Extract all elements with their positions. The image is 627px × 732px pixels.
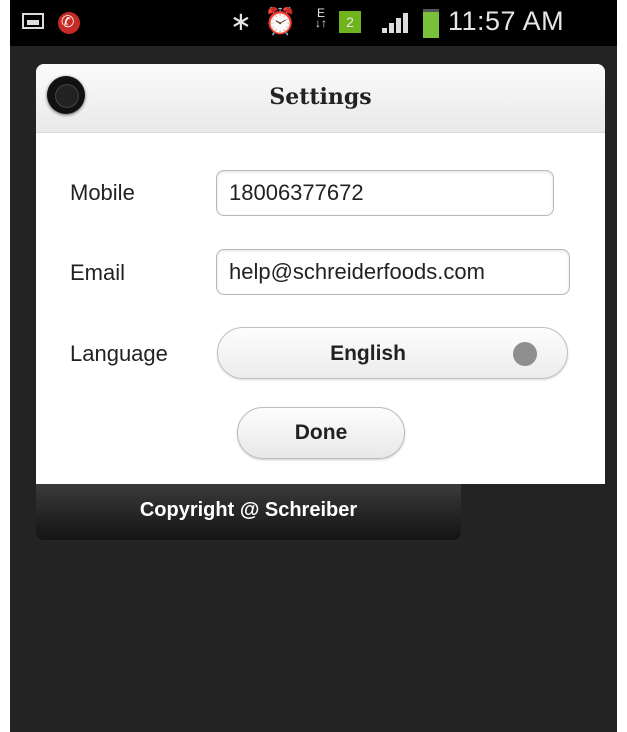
data-transfer-icon: E ↓↑ xyxy=(315,6,327,30)
copyright-footer: Copyright @ Schreiber xyxy=(36,484,461,540)
sim-icon: 2 xyxy=(339,11,361,33)
dialog-header: Settings xyxy=(36,64,605,133)
settings-dialog: Settings Mobile 18006377672 Email help@s… xyxy=(36,64,605,484)
bluetooth-icon: ∗ xyxy=(230,6,252,36)
language-label: Language xyxy=(70,341,168,366)
phone-screen: ∗ ⏰ E↓↑ 2 11:57 AM Settings Mobile 18006… xyxy=(10,0,617,732)
data-type-label: E xyxy=(316,6,325,20)
email-field[interactable]: help@schreiderfoods.com xyxy=(216,249,570,295)
language-toggle[interactable]: English xyxy=(217,327,568,379)
status-bar: ∗ ⏰ E↓↑ 2 11:57 AM xyxy=(10,0,617,46)
language-value: English xyxy=(330,342,406,365)
missed-call-icon xyxy=(58,12,80,34)
email-label: Email xyxy=(70,260,126,285)
mobile-label: Mobile xyxy=(70,180,135,205)
done-button[interactable]: Done xyxy=(237,407,405,459)
image-icon xyxy=(22,13,44,29)
signal-icon xyxy=(382,11,414,33)
dialog-title: Settings xyxy=(269,84,372,110)
toggle-knob[interactable] xyxy=(513,342,537,366)
status-time: 11:57 AM xyxy=(448,6,565,36)
mobile-field[interactable]: 18006377672 xyxy=(216,170,554,216)
alarm-icon: ⏰ xyxy=(264,6,297,36)
battery-icon xyxy=(423,9,439,38)
